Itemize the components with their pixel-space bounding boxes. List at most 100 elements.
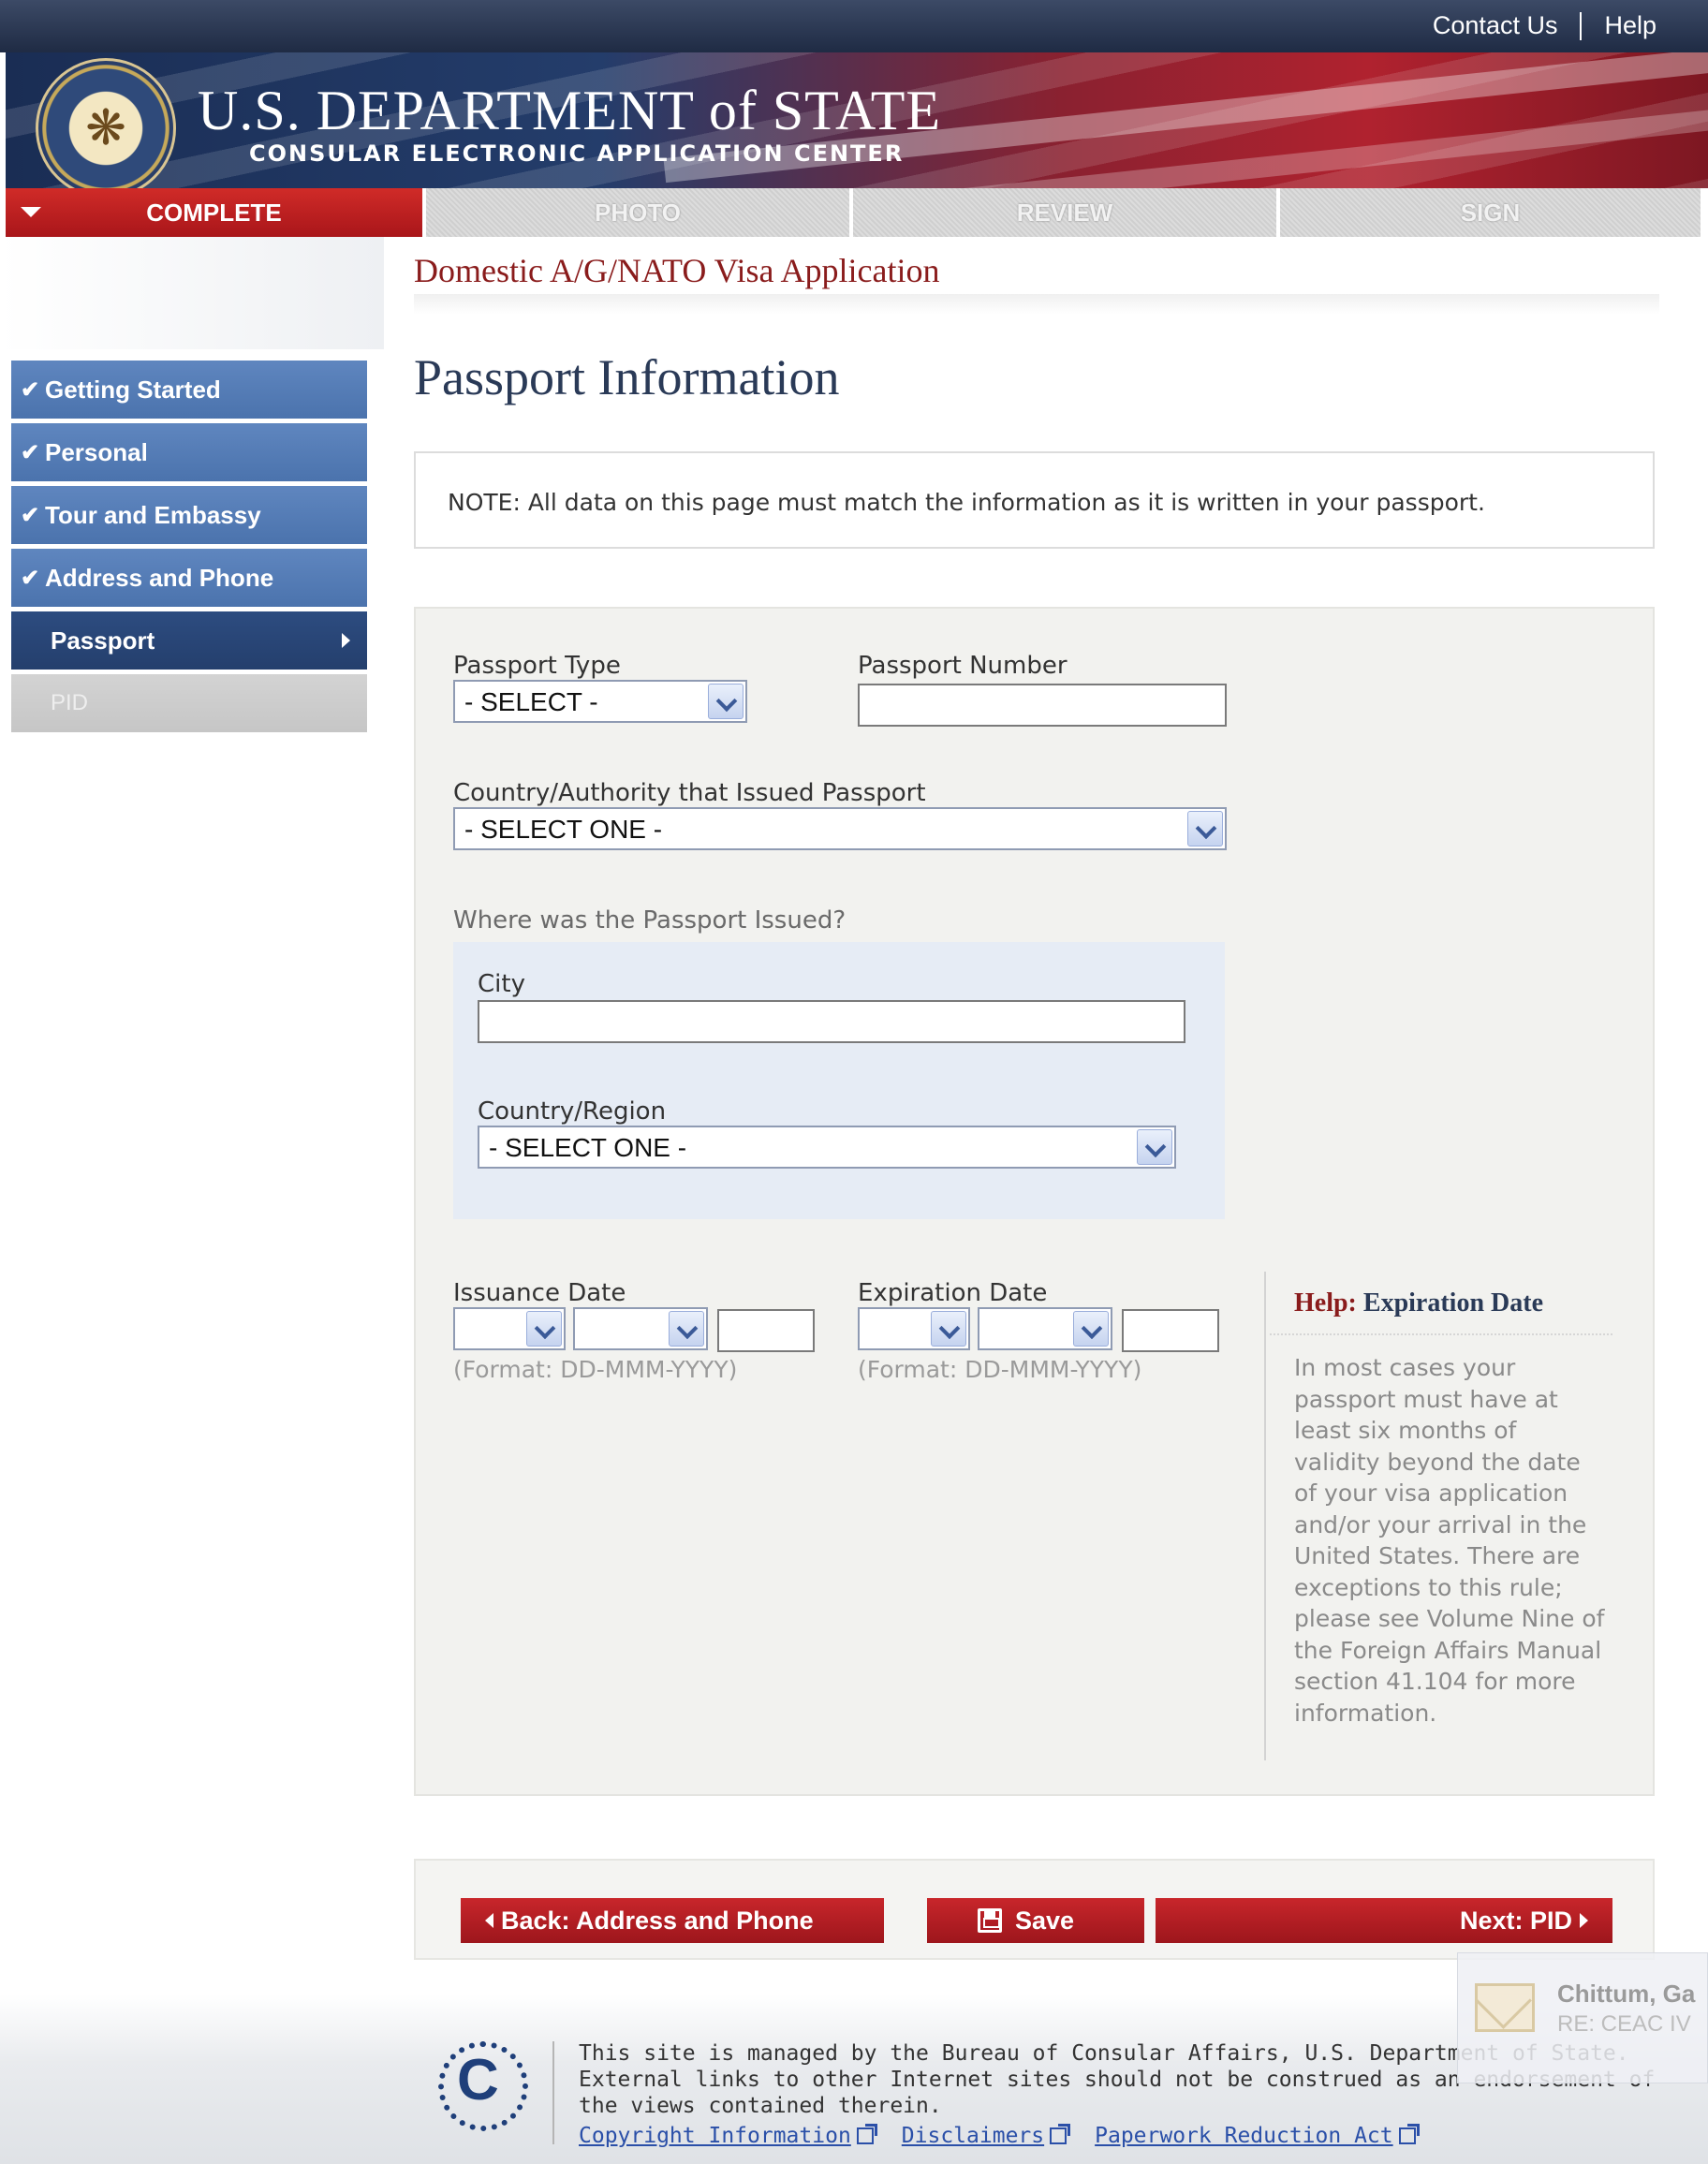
eagle-icon: ❋ (85, 100, 126, 156)
chevron-down-icon[interactable] (708, 684, 744, 719)
expiration-year-input[interactable] (1122, 1309, 1219, 1352)
passport-type-select[interactable]: - SELECT - (453, 680, 747, 723)
expiration-date-format-hint: (Format: DD-MMM-YYYY) (858, 1356, 1142, 1383)
top-utility-bar: Contact Us Help (0, 0, 1708, 52)
sidebar-item-passport[interactable]: Passport (11, 611, 367, 670)
chevron-right-icon (1580, 1913, 1588, 1928)
back-button[interactable]: Back: Address and Phone (461, 1898, 884, 1943)
footer-line: the views contained therein. (579, 2094, 942, 2118)
next-button[interactable]: Next: PID (1156, 1898, 1612, 1943)
passport-number-label: Passport Number (858, 652, 1068, 680)
passport-number-input[interactable] (858, 684, 1227, 727)
chevron-left-icon (485, 1913, 493, 1928)
issuing-country-select[interactable]: - SELECT ONE - (453, 807, 1227, 850)
sidebar-item-label: PID (51, 690, 89, 715)
help-divider (1270, 1333, 1612, 1335)
page-title: Passport Information (414, 349, 840, 405)
sidebar-item-label: Passport (51, 626, 155, 655)
contact-us-link[interactable]: Contact Us (1433, 11, 1558, 40)
check-icon: ✔ (21, 565, 40, 591)
select-value: - SELECT - (464, 687, 598, 716)
email-notification-popup[interactable]: Chittum, Ga RE: CEAC IV (1457, 1952, 1708, 2083)
state-department-seal-icon: ❋ (36, 58, 176, 188)
next-button-label: Next: PID (1459, 1906, 1572, 1935)
tab-label: PHOTO (595, 198, 681, 227)
help-panel: Help: Expiration Date In most cases your… (1264, 1272, 1612, 1760)
progress-tabs: COMPLETE PHOTO REVIEW SIGN (6, 188, 1708, 237)
chevron-down-icon[interactable] (1073, 1311, 1109, 1347)
external-link-icon (1398, 2124, 1420, 2144)
tab-label: SIGN (1460, 198, 1521, 227)
disclaimers-link-text[interactable]: Disclaimers (902, 2124, 1044, 2148)
select-value: - SELECT ONE - (489, 1133, 687, 1162)
note-text: NOTE: All data on this page must match t… (448, 489, 1485, 516)
passport-type-label: Passport Type (453, 652, 621, 680)
issuing-country-label: Country/Authority that Issued Passport (453, 779, 926, 807)
footer-divider (552, 2041, 554, 2144)
help-title: Help: Expiration Date (1294, 1288, 1543, 1318)
copyright-link[interactable]: Copyright Information (579, 2124, 877, 2148)
external-link-icon (1050, 2124, 1071, 2144)
notification-sender: Chittum, Ga (1557, 1980, 1696, 2008)
country-region-select[interactable]: - SELECT ONE - (478, 1126, 1176, 1169)
issuance-month-select[interactable] (573, 1307, 708, 1350)
paperwork-reduction-act-link[interactable]: Paperwork Reduction Act (1095, 2124, 1420, 2148)
disclaimers-link[interactable]: Disclaimers (902, 2124, 1071, 2148)
save-button[interactable]: Save (927, 1898, 1144, 1943)
issuance-year-input[interactable] (717, 1309, 815, 1352)
department-subtitle: CONSULAR ELECTRONIC APPLICATION CENTER (249, 140, 905, 167)
expiration-date-label: Expiration Date (858, 1279, 1048, 1307)
application-title: Domestic A/G/NATO Visa Application (414, 252, 940, 289)
sidebar-item-personal[interactable]: ✔ Personal (11, 423, 367, 481)
top-links: Contact Us Help (1433, 11, 1656, 40)
chevron-down-icon[interactable] (1187, 811, 1223, 846)
chevron-down-icon[interactable] (1137, 1129, 1172, 1165)
issued-location-box: City Country/Region - SELECT ONE - (453, 942, 1225, 1219)
city-label: City (478, 970, 525, 998)
sidebar-item-label: Tour and Embassy (45, 500, 261, 529)
site-header: ❋ U.S. DEPARTMENT of STATE CONSULAR ELEC… (6, 52, 1708, 188)
tab-label: COMPLETE (146, 198, 282, 227)
chevron-down-icon[interactable] (669, 1311, 704, 1347)
consular-affairs-logo-icon: C (438, 2041, 528, 2131)
tab-sign[interactable]: SIGN (1280, 188, 1701, 237)
back-button-label: Back: Address and Phone (501, 1906, 814, 1935)
passport-form: Passport Type - SELECT - Passport Number… (414, 607, 1655, 1796)
sidebar-item-pid: PID (11, 674, 367, 732)
expiration-month-select[interactable] (978, 1307, 1112, 1350)
chevron-right-icon (342, 633, 350, 648)
help-prefix: Help: (1294, 1288, 1357, 1318)
paperwork-link-text[interactable]: Paperwork Reduction Act (1095, 2124, 1393, 2148)
tab-review[interactable]: REVIEW (853, 188, 1280, 237)
help-topic: Expiration Date (1362, 1288, 1543, 1318)
save-button-label: Save (1015, 1906, 1075, 1935)
sidebar-item-address-and-phone[interactable]: ✔ Address and Phone (11, 549, 367, 607)
external-link-icon (856, 2124, 877, 2144)
issuance-day-select[interactable] (453, 1307, 566, 1350)
copyright-link-text[interactable]: Copyright Information (579, 2124, 851, 2148)
chevron-down-icon[interactable] (931, 1311, 966, 1347)
title-divider (414, 294, 1659, 315)
sidebar-item-getting-started[interactable]: ✔ Getting Started (11, 361, 367, 419)
sidebar-item-tour-and-embassy[interactable]: ✔ Tour and Embassy (11, 486, 367, 544)
footer-links: Copyright Information Disclaimers Paperw… (579, 2124, 1420, 2148)
sidebar-header-shade (0, 237, 384, 349)
sidebar-item-label: Personal (45, 437, 148, 466)
city-input[interactable] (478, 1000, 1185, 1043)
sidebar-item-label: Address and Phone (45, 563, 274, 592)
navigation-button-bar: Back: Address and Phone Save Next: PID (414, 1859, 1655, 1960)
note-box: NOTE: All data on this page must match t… (414, 451, 1655, 549)
issuance-date-label: Issuance Date (453, 1279, 626, 1307)
check-icon: ✔ (21, 376, 40, 403)
chevron-down-icon[interactable] (526, 1311, 562, 1347)
help-link[interactable]: Help (1604, 11, 1656, 40)
tab-label: REVIEW (1016, 198, 1113, 227)
c-letter-icon: C (457, 2048, 499, 2112)
sidebar-item-label: Getting Started (45, 375, 221, 404)
where-issued-label: Where was the Passport Issued? (453, 906, 847, 935)
tab-photo[interactable]: PHOTO (426, 188, 853, 237)
tab-complete[interactable]: COMPLETE (6, 188, 426, 237)
expiration-day-select[interactable] (858, 1307, 970, 1350)
check-icon: ✔ (21, 439, 40, 465)
help-text: In most cases your passport must have at… (1294, 1354, 1605, 1727)
